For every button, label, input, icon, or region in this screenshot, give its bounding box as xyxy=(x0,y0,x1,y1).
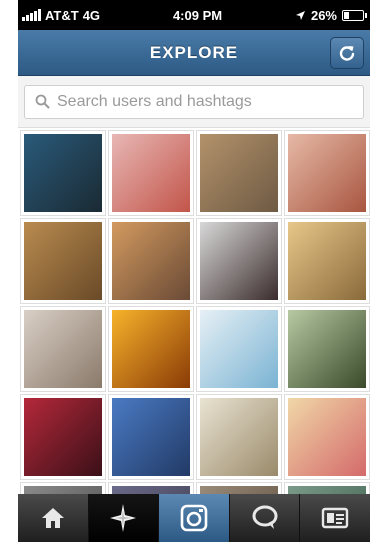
explore-star-icon xyxy=(110,504,137,532)
status-right: 26% xyxy=(295,7,367,23)
photo-thumbnail xyxy=(24,398,102,476)
search-bar: Search users and hashtags xyxy=(18,76,370,128)
photo-thumbnail xyxy=(24,486,102,494)
tab-home[interactable] xyxy=(18,494,89,542)
refresh-button[interactable] xyxy=(330,37,364,69)
photo-thumbnail xyxy=(24,222,102,300)
battery-fill xyxy=(344,11,349,19)
photo-nail-art[interactable] xyxy=(108,130,194,216)
photo-face-sketch[interactable] xyxy=(20,218,106,304)
photo-thumbnail xyxy=(200,486,278,494)
location-arrow-icon xyxy=(295,10,305,20)
photo-thumbnail xyxy=(112,486,190,494)
search-icon xyxy=(35,94,50,109)
photo-desk-items[interactable] xyxy=(196,130,282,216)
battery-percent: 26% xyxy=(310,7,337,23)
photo-partial-2[interactable] xyxy=(108,482,194,494)
photo-tv-cartoon[interactable] xyxy=(284,130,370,216)
app-frame: AT&T 4G 4:09 PM 26% EXPLORE Search users… xyxy=(18,0,370,542)
photo-portrait[interactable] xyxy=(196,218,282,304)
refresh-icon xyxy=(339,46,355,61)
photo-beach-sunset[interactable] xyxy=(108,218,194,304)
clock: 4:09 PM xyxy=(172,7,223,23)
photo-car-pose[interactable] xyxy=(284,306,370,392)
photo-rainbow-nails[interactable] xyxy=(196,306,282,392)
photo-thumbnail xyxy=(24,310,102,388)
photo-cupcakes[interactable] xyxy=(284,218,370,304)
photo-thumbnail xyxy=(112,310,190,388)
photo-partial-3[interactable] xyxy=(196,482,282,494)
photo-thumbnail xyxy=(112,222,190,300)
photo-thumbnail xyxy=(200,134,278,212)
network-label: 4G xyxy=(82,7,101,23)
photo-city-pier[interactable] xyxy=(108,394,194,480)
page-title: EXPLORE xyxy=(149,42,239,62)
photo-fashion-collage[interactable] xyxy=(20,306,106,392)
home-icon xyxy=(41,508,64,528)
photo-thumbnail xyxy=(112,398,190,476)
tab-camera[interactable] xyxy=(159,494,230,542)
camera-icon xyxy=(180,504,208,532)
photo-thumbnail xyxy=(200,398,278,476)
photo-grid xyxy=(20,130,370,494)
tab-profile[interactable] xyxy=(300,494,370,542)
status-left: AT&T 4G xyxy=(22,8,100,23)
photo-thumbnail xyxy=(288,310,366,388)
photo-partial-4[interactable] xyxy=(284,482,370,494)
tab-explore[interactable] xyxy=(88,494,160,542)
status-bar: AT&T 4G 4:09 PM 26% xyxy=(18,0,370,30)
photo-harbor-view[interactable] xyxy=(20,130,106,216)
signal-strength-icon xyxy=(22,9,41,21)
photo-thumbnail xyxy=(24,134,102,212)
photo-macarons[interactable] xyxy=(284,394,370,480)
carrier-label: AT&T xyxy=(45,7,79,23)
photo-thumbnail xyxy=(288,486,366,494)
photo-sneakers[interactable] xyxy=(20,394,106,480)
nav-bar: EXPLORE xyxy=(18,30,370,76)
tab-bar xyxy=(18,494,370,542)
profile-card-icon xyxy=(321,507,349,529)
photo-thumbnail xyxy=(288,398,366,476)
photo-thumbnail xyxy=(288,222,366,300)
photo-partial-1[interactable] xyxy=(20,482,106,494)
search-input[interactable]: Search users and hashtags xyxy=(24,84,364,119)
photo-dessert-cup[interactable] xyxy=(196,394,282,480)
tab-news[interactable] xyxy=(230,494,301,542)
search-placeholder: Search users and hashtags xyxy=(57,92,252,110)
photo-thumbnail xyxy=(288,134,366,212)
photo-golden-sun[interactable] xyxy=(108,306,194,392)
photo-thumbnail xyxy=(112,134,190,212)
battery-icon xyxy=(342,9,367,21)
speech-bubble-icon xyxy=(252,505,278,529)
photo-thumbnail xyxy=(200,310,278,388)
photo-thumbnail xyxy=(200,222,278,300)
